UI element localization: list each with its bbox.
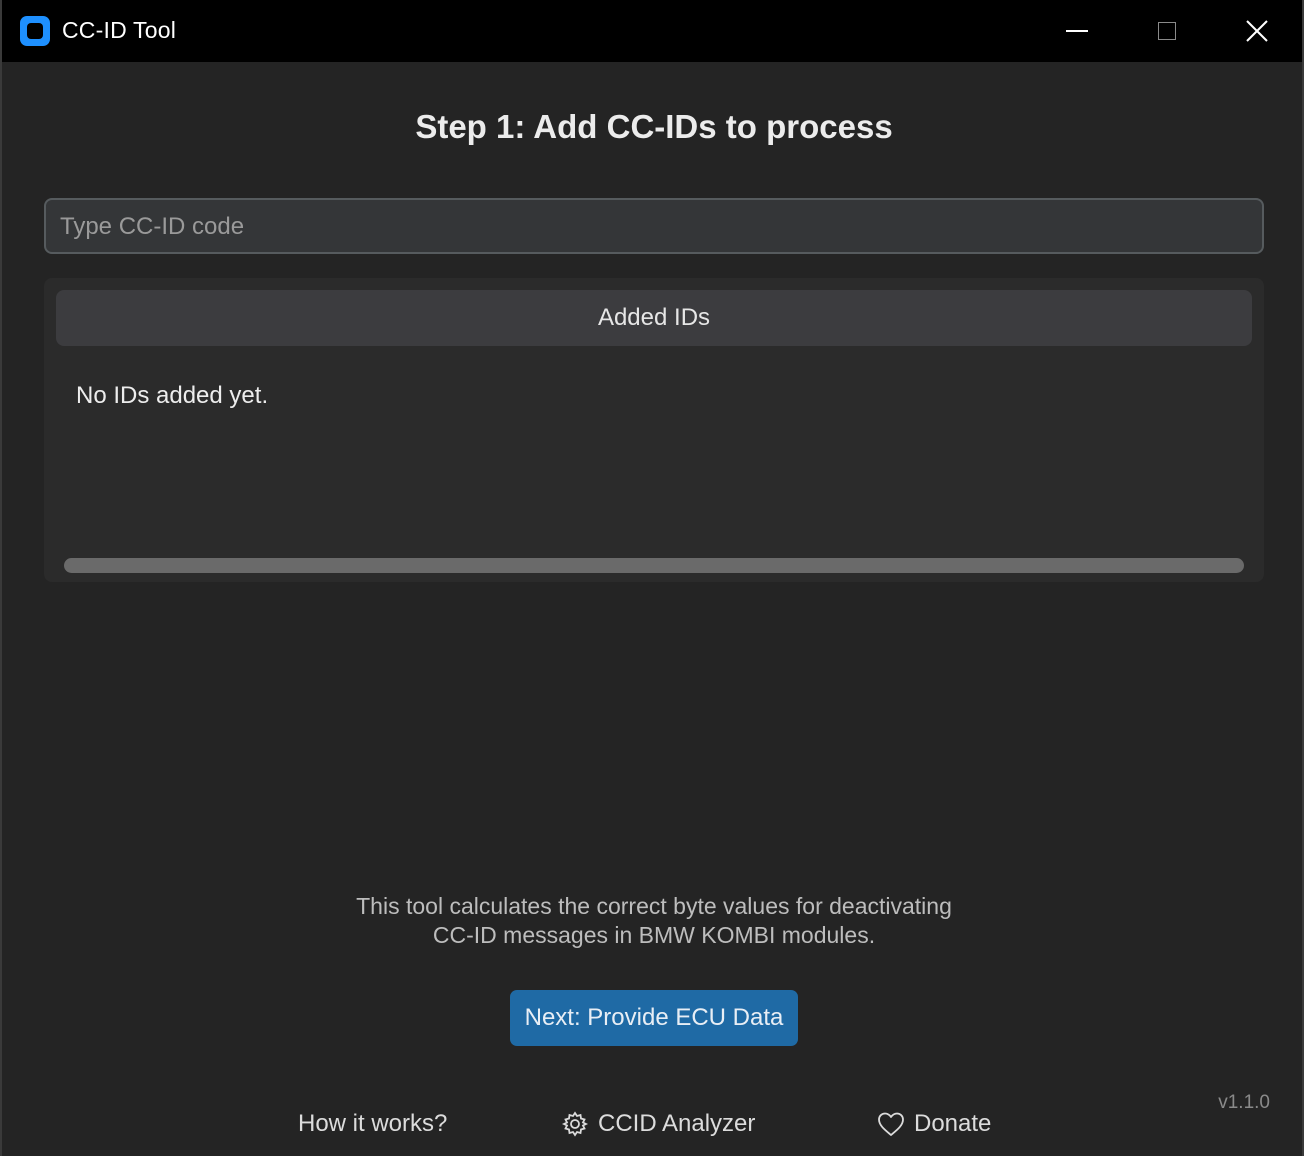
version-label: v1.1.0 bbox=[1218, 1092, 1270, 1113]
close-icon bbox=[1246, 20, 1268, 42]
next-button[interactable]: Next: Provide ECU Data bbox=[510, 990, 798, 1046]
tool-description: This tool calculates the correct byte va… bbox=[2, 892, 1304, 950]
cc-id-input[interactable] bbox=[58, 200, 1252, 254]
ccid-analyzer-label: CCID Analyzer bbox=[598, 1110, 756, 1137]
donate-link[interactable]: Donate bbox=[876, 1104, 991, 1144]
empty-list-message: No IDs added yet. bbox=[76, 382, 269, 409]
window-title: CC-ID Tool bbox=[62, 17, 177, 43]
description-line-2: CC-ID messages in BMW KOMBI modules. bbox=[432, 922, 876, 948]
heart-icon bbox=[876, 1109, 906, 1139]
app-window: CC-ID Tool Step 1: Add CC-IDs to process… bbox=[0, 0, 1304, 1156]
added-ids-panel: Added IDs No IDs added yet. bbox=[44, 278, 1264, 582]
description-line-1: This tool calculates the correct byte va… bbox=[356, 893, 952, 919]
how-it-works-link[interactable]: How it works? bbox=[298, 1104, 447, 1144]
donate-label: Donate bbox=[914, 1110, 992, 1137]
page-title: Step 1: Add CC-IDs to process bbox=[415, 108, 893, 145]
added-ids-header: Added IDs bbox=[56, 290, 1252, 346]
maximize-button[interactable] bbox=[1122, 0, 1212, 62]
title-bar[interactable]: CC-ID Tool bbox=[2, 0, 1302, 62]
ccid-analyzer-link[interactable]: CCID Analyzer bbox=[560, 1104, 755, 1144]
horizontal-scrollbar[interactable] bbox=[64, 558, 1244, 573]
cc-id-input-frame bbox=[44, 198, 1264, 254]
minimize-button[interactable] bbox=[1032, 0, 1122, 62]
minimize-icon bbox=[1066, 30, 1088, 32]
maximize-icon bbox=[1158, 22, 1176, 40]
app-icon bbox=[20, 16, 50, 46]
gear-icon bbox=[560, 1109, 590, 1139]
close-button[interactable] bbox=[1212, 0, 1302, 62]
how-it-works-label: How it works? bbox=[298, 1110, 448, 1137]
